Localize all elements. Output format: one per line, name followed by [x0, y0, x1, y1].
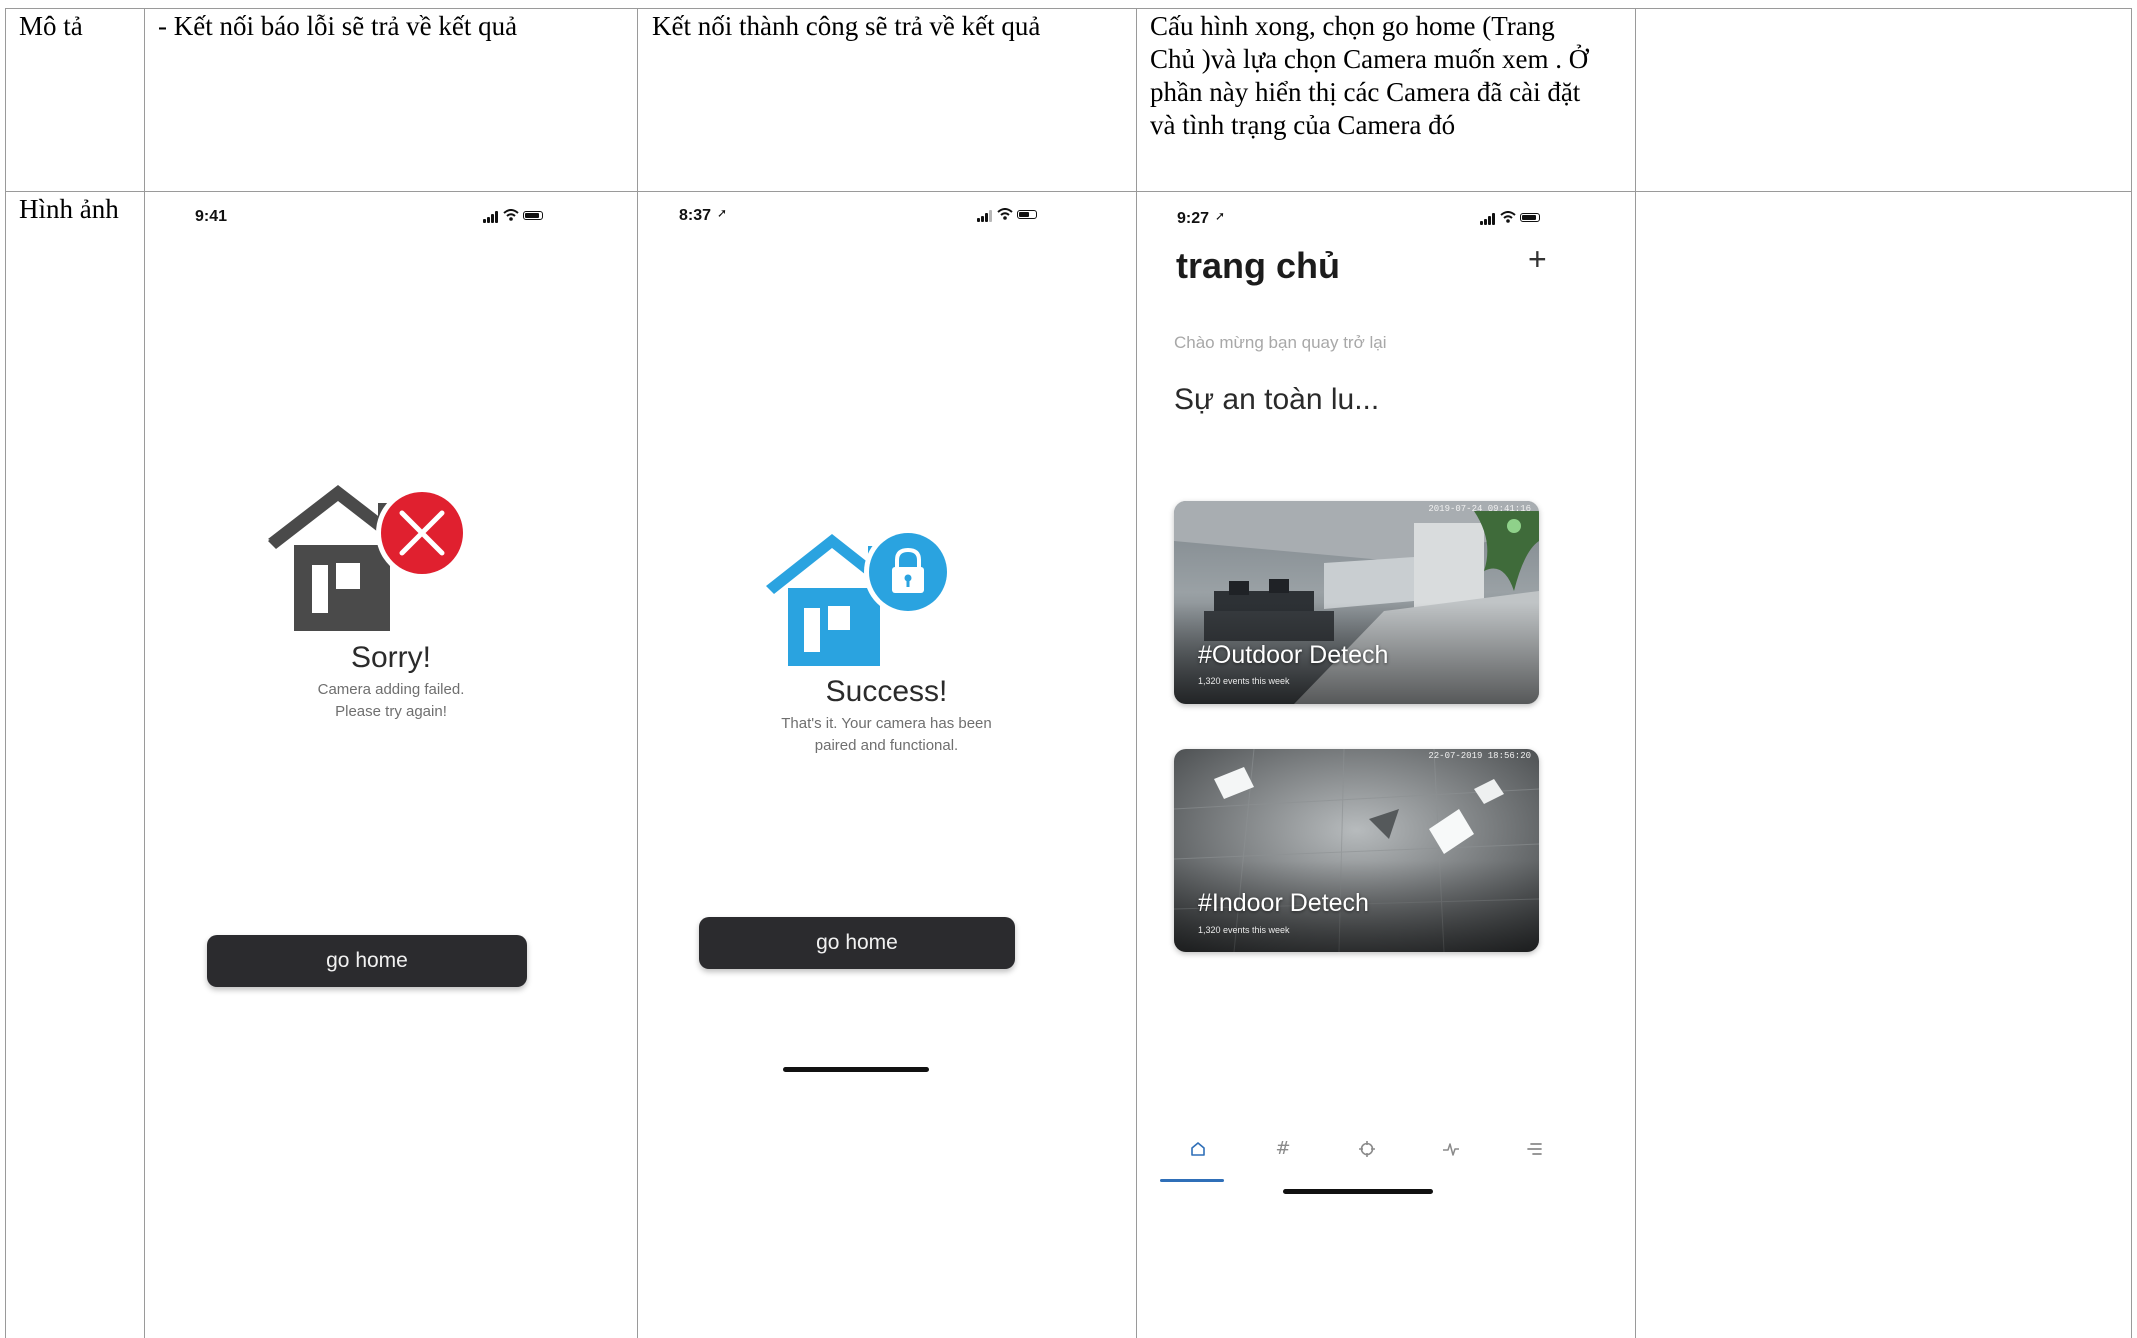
wifi-icon: [1500, 211, 1516, 223]
signal-icon: [483, 219, 486, 223]
menu-icon[interactable]: [1524, 1139, 1544, 1159]
table-border-col2: [637, 8, 638, 1338]
camera-name: #Outdoor Detech: [1198, 641, 1389, 669]
location-arrow-icon: ➚: [1215, 209, 1226, 223]
house-error-icon: [268, 485, 468, 631]
status-time: 9:27: [1177, 210, 1210, 227]
desc-fail: - Kết nối báo lỗi sẽ trả về kết quả: [158, 11, 518, 41]
table-border-col1: [144, 8, 145, 1338]
camera-timestamp: 2019-07-24 09:41:16: [1428, 504, 1531, 514]
signal-icon: [487, 217, 490, 223]
result-title: Sorry!: [350, 641, 431, 674]
status-icons: [483, 209, 543, 223]
camera-events: 1,320 events this week: [1198, 676, 1290, 686]
desc-home-line: và tình trạng của Camera đó: [1150, 110, 1456, 140]
go-home-button[interactable]: go home: [207, 935, 527, 987]
wifi-icon: [997, 208, 1013, 220]
status-icons: [977, 208, 1037, 222]
wifi-icon: [503, 209, 519, 221]
battery-icon: [1520, 213, 1540, 222]
page-title: trang chủ: [1176, 245, 1341, 286]
home-icon[interactable]: [1188, 1139, 1208, 1159]
add-camera-button[interactable]: +: [1528, 241, 1547, 278]
row-label-description: Mô tả: [19, 11, 83, 41]
battery-icon: [523, 211, 543, 220]
camera-card-indoor[interactable]: 22-07-2019 18:56:20 #Indoor Detech 1,320…: [1174, 749, 1539, 952]
home-indicator: [783, 1067, 929, 1072]
signal-icon: [1488, 216, 1491, 225]
table-border-left: [5, 8, 6, 1338]
row-label-image: Hình ảnh: [19, 194, 119, 224]
table-border-col4: [1635, 8, 1636, 1338]
activity-icon[interactable]: [1441, 1139, 1461, 1159]
result-message: That's it. Your camera has been paired a…: [781, 715, 992, 754]
signal-icon: [1484, 219, 1487, 225]
welcome-text: Chào mừng bạn quay trở lại: [1174, 333, 1387, 352]
desc-home-line: phần này hiển thị các Camera đã cài đặt: [1150, 77, 1581, 107]
signal-icon: [495, 211, 498, 223]
status-icons: [1480, 211, 1540, 225]
status-time: 9:41: [195, 208, 228, 225]
battery-icon: [1017, 210, 1037, 219]
camera-timestamp: 22-07-2019 18:56:20: [1428, 751, 1531, 761]
camera-card-outdoor[interactable]: 2019-07-24 09:41:16 #Outdoor Detech 1,32…: [1174, 501, 1539, 704]
status-time: 8:37: [679, 207, 712, 224]
camera-name: #Indoor Detech: [1198, 889, 1369, 917]
signal-icon: [989, 210, 992, 222]
screen-home: 9:27 ➚ trang chủ + Chào mừng bạn quay tr…: [1138, 193, 1633, 1333]
table-border-right: [2131, 8, 2132, 1338]
desc-home-line: Chủ )và lựa chọn Camera muốn xem . Ở: [1150, 44, 1589, 74]
camera-events: 1,320 events this week: [1198, 925, 1290, 935]
signal-icon: [977, 218, 980, 222]
table-border-col3: [1136, 8, 1137, 1338]
hashtag-icon[interactable]: #: [1273, 1139, 1293, 1159]
headline-text: Sự an toàn lu...: [1174, 383, 1380, 416]
screen-fail: 9:41 Sorry! Camera adding failed. Please…: [146, 193, 636, 1333]
result-title: Success!: [825, 675, 948, 708]
active-tab-indicator: [1160, 1179, 1224, 1182]
crosshair-icon[interactable]: [1357, 1139, 1377, 1159]
signal-icon: [981, 216, 984, 222]
location-arrow-icon: ➚: [717, 206, 728, 220]
table-border-row: [5, 191, 2132, 192]
desc-success: Kết nối thành công sẽ trả về kết quả: [652, 11, 1041, 41]
signal-icon: [491, 214, 494, 223]
desc-home-line: Cấu hình xong, chọn go home (Trang: [1150, 11, 1555, 41]
house-lock-icon: [766, 528, 952, 666]
table-border-top: [5, 8, 2132, 9]
go-home-button[interactable]: go home: [699, 917, 1015, 969]
screen-success: 8:37 ➚ Success! That's it. Your camera h…: [639, 193, 1134, 1333]
home-indicator: [1283, 1189, 1433, 1194]
camera-thumbnail: [1174, 749, 1539, 952]
result-message: Camera adding failed. Please try again!: [317, 681, 465, 720]
signal-icon: [1480, 221, 1483, 225]
signal-icon: [1492, 213, 1495, 225]
camera-thumbnail: [1174, 501, 1539, 704]
desc-home: Cấu hình xong, chọn go home (Trang Chủ )…: [1150, 10, 1630, 142]
signal-icon: [985, 213, 988, 222]
